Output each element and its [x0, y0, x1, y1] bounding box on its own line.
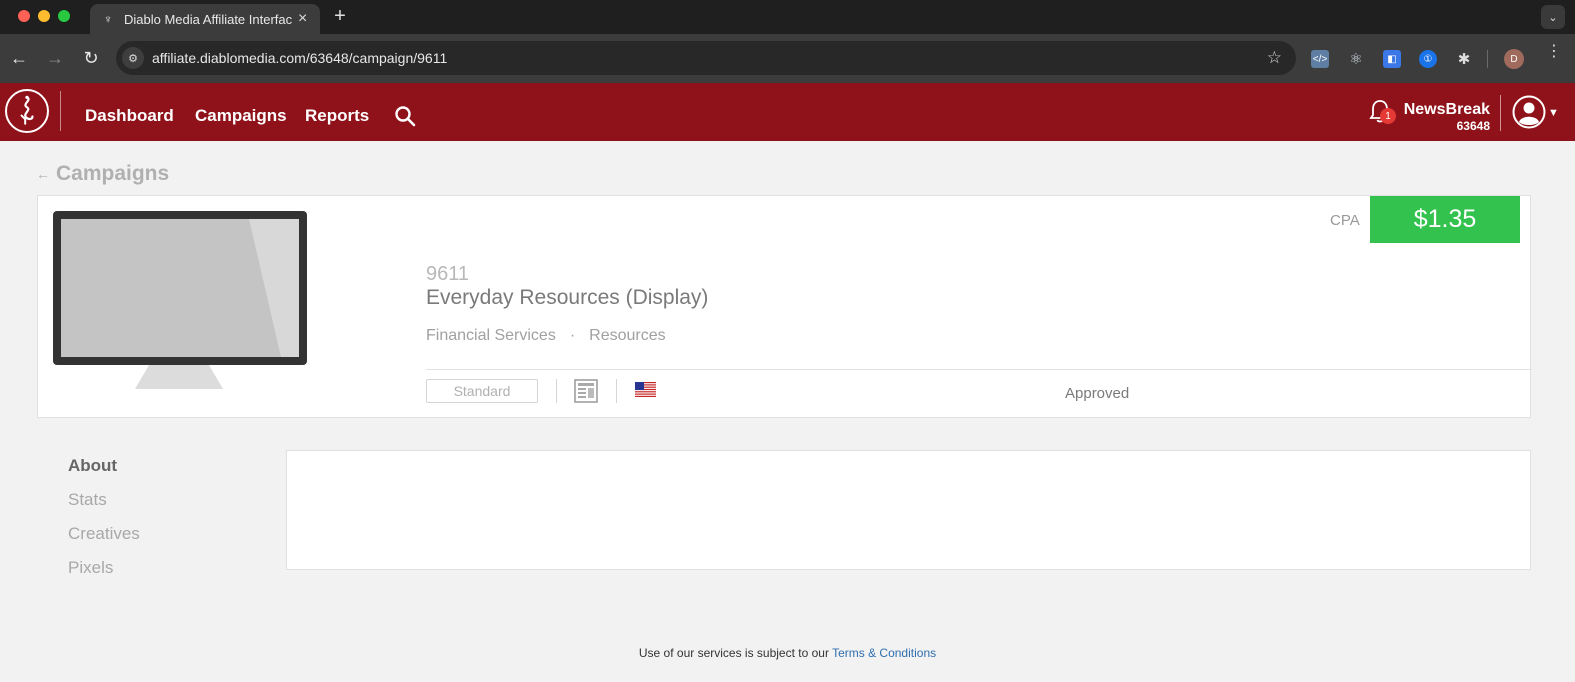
window-minimize-button[interactable] — [38, 10, 50, 22]
nav-dashboard[interactable]: Dashboard — [85, 106, 174, 126]
subcategory-label: Resources — [589, 327, 666, 344]
user-divider — [1500, 95, 1501, 131]
back-arrow-icon[interactable]: ← — [8, 47, 30, 69]
account-id: 63648 — [1456, 119, 1490, 133]
campaign-categories: Financial Services · Resources — [426, 327, 666, 345]
payout-type-label: CPA — [1330, 212, 1360, 229]
site-favicon-icon: ♆ — [103, 12, 113, 26]
footer: Use of our services is subject to our Te… — [0, 646, 1575, 660]
extension-blue-icon[interactable]: ◧ — [1383, 50, 1401, 68]
tab-title: Diablo Media Affiliate Interface — [124, 11, 292, 27]
side-nav-creatives[interactable]: Creatives — [68, 524, 140, 544]
tab-close-icon[interactable]: × — [298, 11, 307, 27]
campaign-id: 9611 — [426, 263, 470, 285]
campaign-monitor-image — [53, 211, 309, 393]
campaign-status: Approved — [1065, 385, 1130, 402]
campaign-card: CPA $1.35 9611 Everyday Resources (Displ… — [37, 195, 1532, 418]
footer-text: Use of our services is subject to our — [638, 646, 829, 660]
search-icon[interactable] — [394, 105, 416, 127]
card-divider — [426, 369, 1532, 370]
side-nav-about[interactable]: About — [68, 456, 117, 476]
category-separator: · — [569, 327, 576, 344]
browser-tab[interactable]: ♆ Diablo Media Affiliate Interface × — [90, 4, 320, 34]
window-close-button[interactable] — [18, 10, 30, 22]
campaign-name: Everyday Resources (Display) — [426, 286, 709, 309]
toolbar-divider — [1487, 50, 1488, 68]
account-name: NewsBreak — [1403, 101, 1490, 118]
url-text[interactable]: affiliate.diablomedia.com/63648/campaign… — [152, 50, 447, 66]
nav-campaigns[interactable]: Campaigns — [195, 106, 287, 126]
back-to-campaigns-link[interactable]: ← Campaigns — [36, 162, 169, 186]
site-settings-icon[interactable]: ⚙ — [122, 47, 144, 69]
payout-amount-badge: $1.35 — [1370, 196, 1520, 243]
category-label: Financial Services — [426, 327, 556, 344]
address-bar[interactable]: ⚙ affiliate.diablomedia.com/63648/campai… — [116, 41, 1296, 75]
forward-arrow-icon[interactable]: → — [44, 47, 66, 69]
campaign-type-badge: Standard — [426, 379, 538, 403]
side-nav-pixels[interactable]: Pixels — [68, 558, 113, 578]
extension-code-icon[interactable]: </> — [1311, 50, 1329, 68]
bookmark-star-icon[interactable]: ☆ — [1267, 48, 1282, 68]
meta-divider — [616, 379, 617, 403]
user-avatar-icon[interactable] — [1512, 95, 1546, 129]
notification-count-badge: 1 — [1380, 108, 1396, 124]
about-content-panel — [286, 450, 1531, 570]
app-header: Dashboard Campaigns Reports 1 NewsBreak … — [0, 83, 1575, 141]
meta-divider — [556, 379, 557, 403]
reload-icon[interactable]: ↻ — [80, 47, 102, 69]
logo-divider — [60, 91, 61, 131]
tab-search-chevron-icon[interactable]: ⌄ — [1541, 5, 1565, 29]
display-creative-icon — [574, 379, 598, 403]
extensions-puzzle-icon[interactable]: ✱ — [1455, 50, 1473, 68]
extension-react-icon[interactable]: ⚛ — [1347, 50, 1365, 68]
nav-reports[interactable]: Reports — [305, 106, 369, 126]
browser-tab-bar: ♆ Diablo Media Affiliate Interface × + ⌄ — [0, 0, 1575, 34]
browser-toolbar: ← → ↻ ⚙ affiliate.diablomedia.com/63648/… — [0, 34, 1575, 83]
new-tab-icon[interactable]: + — [330, 5, 350, 28]
diablo-logo-icon[interactable] — [5, 89, 49, 133]
extension-password-icon[interactable]: ① — [1419, 50, 1437, 68]
back-link-label: Campaigns — [56, 162, 170, 185]
us-flag-icon — [635, 382, 656, 397]
terms-link[interactable]: Terms & Conditions — [832, 646, 936, 660]
profile-avatar[interactable]: D — [1504, 49, 1524, 69]
side-nav-stats[interactable]: Stats — [68, 490, 107, 510]
back-arrow-icon: ← — [36, 166, 50, 182]
browser-menu-icon[interactable]: ⋮ — [1546, 44, 1562, 60]
window-maximize-button[interactable] — [58, 10, 70, 22]
user-menu-caret-icon[interactable]: ▼ — [1548, 107, 1559, 119]
